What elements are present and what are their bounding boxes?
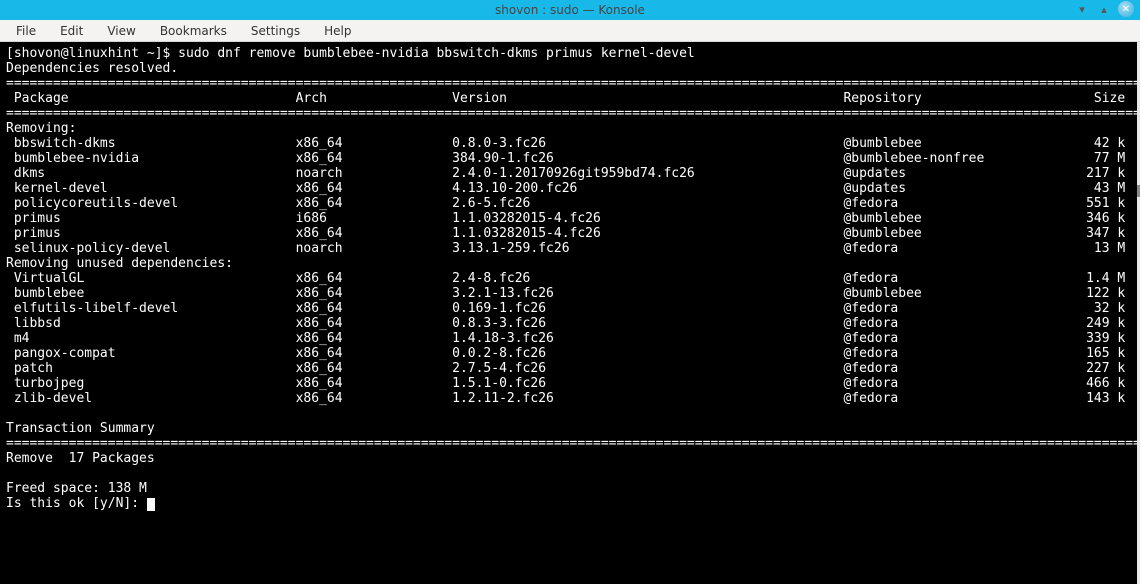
menu-edit[interactable]: Edit (50, 22, 93, 40)
terminal-line: libbsd x86_64 0.8.3-3.fc26 @fedora 249 k (6, 316, 1134, 331)
maximize-icon[interactable]: ▴ (1096, 1, 1112, 17)
confirm-prompt[interactable]: Is this ok [y/N]: (6, 496, 1134, 511)
terminal-line: bumblebee-nvidia x86_64 384.90-1.fc26 @b… (6, 151, 1134, 166)
terminal-line: Removing unused dependencies: (6, 256, 1134, 271)
menu-settings[interactable]: Settings (241, 22, 310, 40)
terminal-line: Transaction Summary (6, 421, 1134, 436)
terminal-line: primus x86_64 1.1.03282015-4.fc26 @bumbl… (6, 226, 1134, 241)
terminal-line: m4 x86_64 1.4.18-3.fc26 @fedora 339 k (6, 331, 1134, 346)
terminal-line: patch x86_64 2.7.5-4.fc26 @fedora 227 k (6, 361, 1134, 376)
menubar: File Edit View Bookmarks Settings Help (0, 20, 1140, 42)
terminal-line: pangox-compat x86_64 0.0.2-8.fc26 @fedor… (6, 346, 1134, 361)
terminal-line: dkms noarch 2.4.0-1.20170926git959bd74.f… (6, 166, 1134, 181)
titlebar: shovon : sudo — Konsole ▾ ▴ ✕ (0, 0, 1140, 20)
minimize-icon[interactable]: ▾ (1074, 1, 1090, 17)
window-controls: ▾ ▴ ✕ (1074, 1, 1134, 17)
terminal-line: Remove 17 Packages (6, 451, 1134, 466)
menu-help[interactable]: Help (314, 22, 361, 40)
terminal-line: ========================================… (6, 76, 1134, 91)
terminal-line: VirtualGL x86_64 2.4-8.fc26 @fedora 1.4 … (6, 271, 1134, 286)
terminal-line: bumblebee x86_64 3.2.1-13.fc26 @bumblebe… (6, 286, 1134, 301)
terminal-line: [shovon@linuxhint ~]$ sudo dnf remove bu… (6, 46, 1134, 61)
terminal-line: turbojpeg x86_64 1.5.1-0.fc26 @fedora 46… (6, 376, 1134, 391)
menu-bookmarks[interactable]: Bookmarks (150, 22, 237, 40)
terminal-line (6, 406, 1134, 421)
menu-file[interactable]: File (6, 22, 46, 40)
terminal-line: Dependencies resolved. (6, 61, 1134, 76)
terminal-line: selinux-policy-devel noarch 3.13.1-259.f… (6, 241, 1134, 256)
terminal-line: policycoreutils-devel x86_64 2.6-5.fc26 … (6, 196, 1134, 211)
terminal-line: kernel-devel x86_64 4.13.10-200.fc26 @up… (6, 181, 1134, 196)
terminal-line (6, 466, 1134, 481)
window-title: shovon : sudo — Konsole (495, 3, 645, 17)
cursor (147, 498, 155, 511)
terminal-line: zlib-devel x86_64 1.2.11-2.fc26 @fedora … (6, 391, 1134, 406)
terminal-output[interactable]: [shovon@linuxhint ~]$ sudo dnf remove bu… (0, 42, 1140, 584)
terminal-line: ========================================… (6, 436, 1134, 451)
terminal-line: ========================================… (6, 106, 1134, 121)
terminal-line: elfutils-libelf-devel x86_64 0.169-1.fc2… (6, 301, 1134, 316)
terminal-line: primus i686 1.1.03282015-4.fc26 @bumbleb… (6, 211, 1134, 226)
terminal-line: Package Arch Version Repository Size (6, 91, 1134, 106)
terminal-line: Removing: (6, 121, 1134, 136)
menu-view[interactable]: View (97, 22, 145, 40)
close-icon[interactable]: ✕ (1118, 1, 1134, 17)
terminal-line: bbswitch-dkms x86_64 0.8.0-3.fc26 @bumbl… (6, 136, 1134, 151)
terminal-line: Freed space: 138 M (6, 481, 1134, 496)
